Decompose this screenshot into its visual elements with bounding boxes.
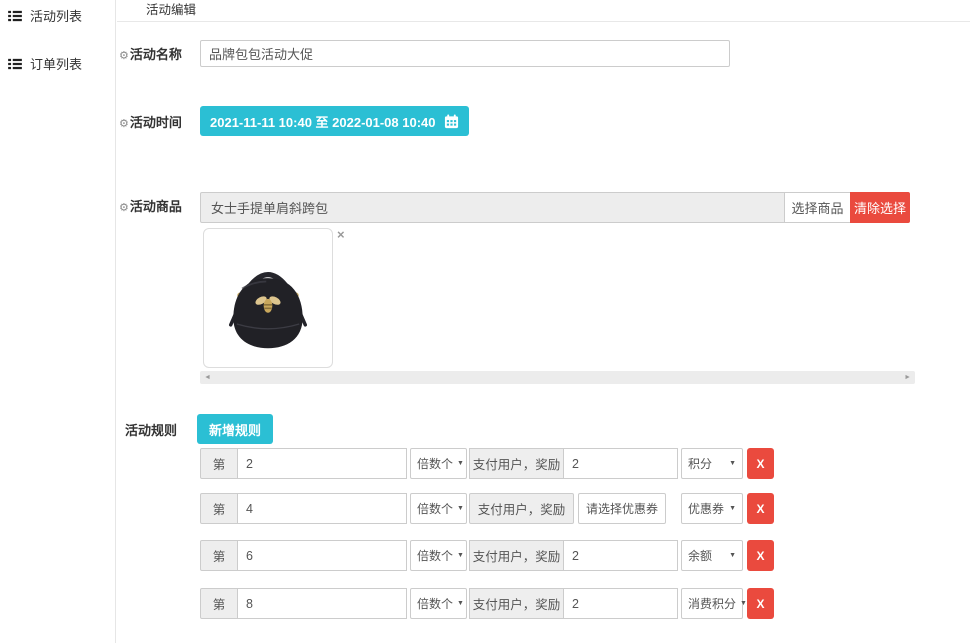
reward-type-select[interactable]: 余额▼ [681, 540, 743, 571]
activity-name-label: ⚙活动名称 [119, 44, 182, 63]
scroll-left-icon[interactable]: ◄ [204, 374, 211, 381]
select-product-button[interactable]: 选择商品 [784, 192, 851, 223]
reward-label-addon: 支付用户，奖励 [469, 493, 574, 524]
rule-row: 第 倍数个▼ 支付用户，奖励 请选择优惠券 优惠券▼ X [200, 493, 774, 524]
caret-down-icon: ▼ [457, 552, 464, 559]
gear-icon: ⚙ [119, 202, 129, 214]
sidebar-item-activity-list[interactable]: 活动列表 [0, 0, 115, 31]
ordinal-input[interactable] [237, 448, 407, 479]
activity-edit-page: 活动列表 订单列表 活动编辑 ⚙活动名称 ⚙活动时间 2021-11-11 10… [0, 0, 970, 643]
reward-label-addon: 支付用户，奖励 [469, 540, 564, 571]
date-range-text: 2021-11-11 10:40 至 2022-01-08 10:40 [210, 112, 436, 131]
reward-type-select[interactable]: 消费积分▼ [681, 588, 743, 619]
scroll-right-icon[interactable]: ► [904, 374, 911, 381]
product-name-input [200, 192, 785, 223]
sidebar-item-order-list[interactable]: 订单列表 [0, 48, 115, 79]
list-icon [8, 10, 22, 22]
reward-label-addon: 支付用户，奖励 [469, 588, 564, 619]
reward-type-select[interactable]: 优惠券▼ [681, 493, 743, 524]
activity-name-input[interactable] [200, 40, 730, 67]
multiplier-select[interactable]: 倍数个▼ [410, 588, 467, 619]
ordinal-input[interactable] [237, 540, 407, 571]
multiplier-select[interactable]: 倍数个▼ [410, 493, 467, 524]
product-image-card [203, 228, 333, 368]
tab-bar: 活动编辑 [117, 0, 970, 22]
caret-down-icon: ▼ [729, 552, 736, 559]
multiplier-select[interactable]: 倍数个▼ [410, 540, 467, 571]
activity-product-label: ⚙活动商品 [119, 196, 182, 215]
delete-rule-button[interactable]: X [747, 588, 774, 619]
ordinal-input[interactable] [237, 588, 407, 619]
activity-time-label: ⚙活动时间 [119, 112, 182, 131]
rules-label: 活动规则 [125, 420, 177, 439]
sidebar-item-label: 活动列表 [30, 6, 82, 25]
sidebar-item-label: 订单列表 [30, 54, 82, 73]
coupon-select-button[interactable]: 请选择优惠券 [578, 493, 666, 524]
caret-down-icon: ▼ [729, 460, 736, 467]
reward-type-select[interactable]: 积分▼ [681, 448, 743, 479]
caret-down-icon: ▼ [457, 600, 464, 607]
remove-product-icon[interactable]: × [337, 228, 345, 241]
horizontal-scrollbar[interactable]: ◄ ► [200, 371, 915, 384]
caret-down-icon: ▼ [457, 505, 464, 512]
rule-row: 第 倍数个▼ 支付用户，奖励 余额▼ X [200, 540, 774, 571]
handbag-image [216, 240, 320, 356]
ordinal-addon: 第 [200, 540, 238, 571]
ordinal-input[interactable] [237, 493, 407, 524]
clear-selection-button[interactable]: 清除选择 [850, 192, 910, 223]
multiplier-select[interactable]: 倍数个▼ [410, 448, 467, 479]
gear-icon: ⚙ [119, 118, 129, 130]
add-rule-button[interactable]: 新增规则 [197, 414, 273, 444]
tab-activity-edit[interactable]: 活动编辑 [146, 0, 196, 21]
product-input-group: 选择商品 清除选择 [200, 192, 910, 223]
sidebar: 活动列表 订单列表 [0, 0, 116, 643]
ordinal-addon: 第 [200, 493, 238, 524]
date-range-button[interactable]: 2021-11-11 10:40 至 2022-01-08 10:40 [200, 106, 469, 136]
list-icon [8, 58, 22, 70]
delete-rule-button[interactable]: X [747, 493, 774, 524]
calendar-icon [444, 114, 459, 129]
ordinal-addon: 第 [200, 588, 238, 619]
caret-down-icon: ▼ [729, 505, 736, 512]
gear-icon: ⚙ [119, 50, 129, 62]
reward-value-input[interactable] [563, 588, 678, 619]
delete-rule-button[interactable]: X [747, 448, 774, 479]
reward-label-addon: 支付用户，奖励 [469, 448, 564, 479]
ordinal-addon: 第 [200, 448, 238, 479]
reward-value-input[interactable] [563, 448, 678, 479]
delete-rule-button[interactable]: X [747, 540, 774, 571]
rule-row: 第 倍数个▼ 支付用户，奖励 积分▼ X [200, 448, 774, 479]
rule-row: 第 倍数个▼ 支付用户，奖励 消费积分▼ X [200, 588, 774, 619]
caret-down-icon: ▼ [457, 460, 464, 467]
reward-value-input[interactable] [563, 540, 678, 571]
caret-down-icon: ▼ [740, 600, 747, 607]
